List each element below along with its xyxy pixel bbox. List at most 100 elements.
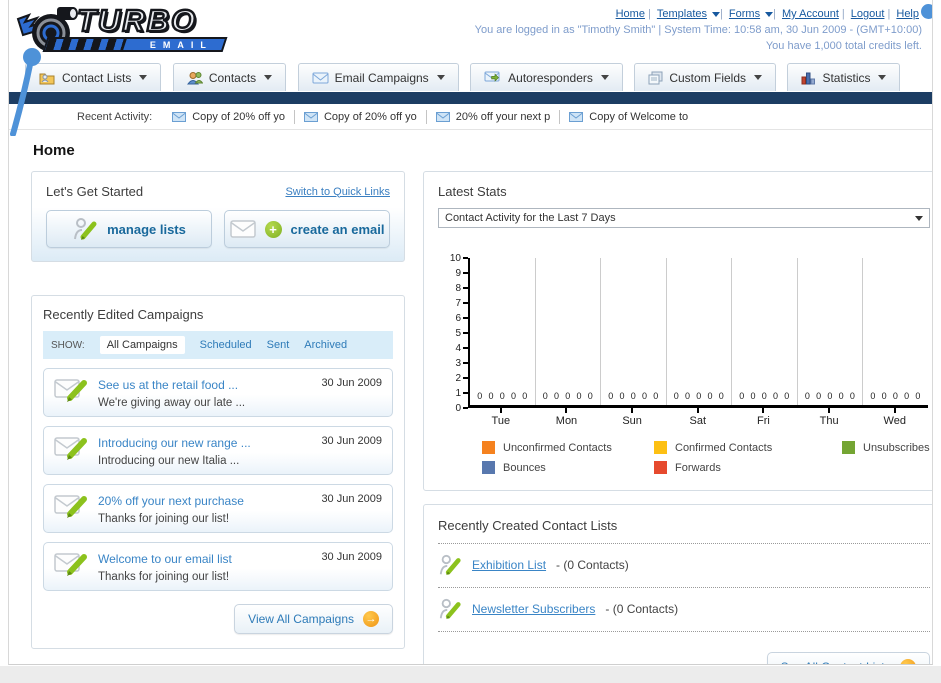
chart-value-labels: 00000 — [673, 391, 724, 401]
tab-label: Custom Fields — [669, 70, 747, 85]
legend-item: Bounces — [482, 461, 654, 474]
campaign-row[interactable]: 20% off your next purchase Thanks for jo… — [43, 484, 393, 533]
chart-x-label: Sun — [599, 408, 665, 427]
chart-x-label: Thu — [796, 408, 862, 427]
recent-activity-bar: Recent Activity: Copy of 20% off yo Copy… — [9, 104, 932, 130]
chart-y-tick: 4 — [455, 342, 468, 354]
filter-sent[interactable]: Sent — [267, 339, 290, 351]
show-label: SHOW: — [51, 339, 85, 351]
logo-stripes — [45, 39, 127, 50]
create-email-button[interactable]: + create an email — [224, 210, 390, 248]
campaigns-panel: Recently Edited Campaigns SHOW: All Camp… — [31, 295, 405, 649]
see-all-contact-lists-button[interactable]: See All Contact Lists → — [766, 652, 930, 664]
tab-email-campaigns[interactable]: Email Campaigns — [297, 63, 459, 91]
corner-dot-decoration — [921, 4, 932, 19]
legend-swatch — [654, 441, 667, 454]
contact-list-row[interactable]: Exhibition List - (0 Contacts) — [438, 544, 930, 588]
latest-stats-title: Latest Stats — [438, 184, 507, 199]
get-started-panel: Let's Get Started Switch to Quick Links — [31, 171, 405, 262]
envelope-arrow-icon — [484, 71, 500, 82]
nav-link-home[interactable]: Home — [616, 8, 645, 20]
get-started-title: Let's Get Started — [46, 184, 144, 199]
campaign-row[interactable]: Welcome to our email list Thanks for joi… — [43, 542, 393, 591]
chart-legend: Unconfirmed Contacts Confirmed Contacts Un… — [482, 441, 930, 474]
separator — [293, 109, 295, 124]
view-all-campaigns-button[interactable]: View All Campaigns → — [234, 604, 393, 634]
recent-activity-item[interactable]: Copy of Welcome to — [569, 111, 688, 123]
campaign-title-link[interactable]: Introducing our new range ... — [98, 436, 251, 450]
legend-swatch — [482, 441, 495, 454]
chart-x-label: Mon — [534, 408, 600, 427]
campaign-subtitle: Thanks for joining our list! — [98, 513, 230, 525]
contact-list-link[interactable]: Exhibition List — [472, 558, 546, 572]
chart-value-labels: 00000 — [608, 391, 659, 401]
filter-scheduled[interactable]: Scheduled — [200, 339, 252, 351]
envelope-icon — [172, 111, 187, 122]
tab-statistics[interactable]: Statistics — [787, 63, 901, 91]
person-pencil-icon — [439, 554, 461, 576]
campaign-title-link[interactable]: See us at the retail food ... — [98, 378, 238, 392]
recent-activity-item[interactable]: Copy of 20% off yo — [172, 111, 285, 123]
tab-custom-fields[interactable]: Custom Fields — [634, 63, 777, 91]
legend-item: Unsubscribes — [842, 441, 930, 454]
tab-label: Contact Lists — [62, 70, 132, 85]
chart-day-group: 00000 — [665, 258, 732, 405]
recent-activity-item[interactable]: 20% off your next p — [435, 111, 550, 123]
latest-stats-panel: Latest Stats Contact Activity for the La… — [423, 171, 932, 491]
chart-value-labels: 00000 — [739, 391, 790, 401]
tab-label: Email Campaigns — [334, 70, 429, 85]
chart-day-group: 00000 — [862, 258, 928, 405]
chart-y-tick: 3 — [455, 357, 468, 369]
plus-icon: + — [264, 220, 282, 238]
chart-x-label: Fri — [731, 408, 797, 427]
switch-quick-links-link[interactable]: Switch to Quick Links — [285, 186, 390, 198]
app-logo: TURBO EMAIL — [15, 2, 255, 58]
nav-link-forms[interactable]: Forms — [729, 8, 760, 20]
chart-day-group: 00000 — [470, 258, 535, 405]
chart-day-group: 00000 — [600, 258, 666, 405]
campaign-row[interactable]: Introducing our new range ... Introducin… — [43, 426, 393, 475]
campaign-title-link[interactable]: 20% off your next purchase — [98, 494, 244, 508]
campaigns-title: Recently Edited Campaigns — [43, 307, 204, 322]
chevron-down-icon — [264, 75, 273, 80]
chevron-down-icon — [436, 75, 445, 80]
nav-separator: | — [720, 8, 723, 20]
nav-separator: | — [773, 8, 776, 20]
header: TURBO EMAIL Home | Templates | Forms | My A… — [9, 0, 932, 60]
create-email-label: create an email — [290, 221, 385, 237]
nav-link-logout[interactable]: Logout — [851, 8, 885, 20]
chart-y-tick: 6 — [455, 312, 468, 324]
campaign-row[interactable]: See us at the retail food ... We're givi… — [43, 368, 393, 417]
legend-swatch — [654, 461, 667, 474]
tab-contact-lists[interactable]: Contact Lists — [25, 63, 162, 91]
envelope-pencil-icon — [54, 495, 87, 518]
tab-contacts[interactable]: Contacts — [172, 63, 287, 91]
campaign-title-link[interactable]: Welcome to our email list — [98, 552, 232, 566]
arrow-right-icon: → — [363, 611, 379, 627]
filter-all-campaigns[interactable]: All Campaigns — [99, 336, 185, 354]
recent-activity-text: Copy of 20% off yo — [323, 110, 417, 123]
nav-link-my-account[interactable]: My Account — [782, 8, 839, 20]
legend-swatch — [842, 441, 855, 454]
chart-y-tick: 1 — [455, 387, 468, 399]
campaign-subtitle: Thanks for joining our list! — [98, 571, 230, 583]
campaign-date: 30 Jun 2009 — [321, 493, 382, 505]
filter-archived[interactable]: Archived — [304, 339, 347, 351]
nav-link-help[interactable]: Help — [896, 8, 919, 20]
legend-swatch — [482, 461, 495, 474]
tab-autoresponders[interactable]: Autoresponders — [470, 63, 623, 91]
envelope-pencil-icon — [54, 553, 87, 576]
nav-link-templates[interactable]: Templates — [657, 8, 707, 20]
utility-nav: Home | Templates | Forms | My Account | Logo… — [475, 6, 922, 22]
chart-value-labels: 00000 — [804, 391, 855, 401]
manage-lists-button[interactable]: manage lists — [46, 210, 212, 248]
contact-list-row[interactable]: Newsletter Subscribers - (0 Contacts) — [438, 588, 930, 632]
recent-activity-item[interactable]: Copy of 20% off yo — [303, 110, 417, 123]
contact-list-link[interactable]: Newsletter Subscribers — [472, 602, 595, 616]
stats-period-select[interactable]: Contact Activity for the Last 7 Days — [438, 208, 930, 228]
chevron-down-icon — [139, 75, 148, 80]
envelope-icon — [569, 111, 584, 122]
page: TURBO EMAIL Home | Templates | Forms | My A… — [0, 0, 941, 683]
separator — [559, 109, 561, 124]
dropdown-arrow-icon — [712, 11, 720, 17]
